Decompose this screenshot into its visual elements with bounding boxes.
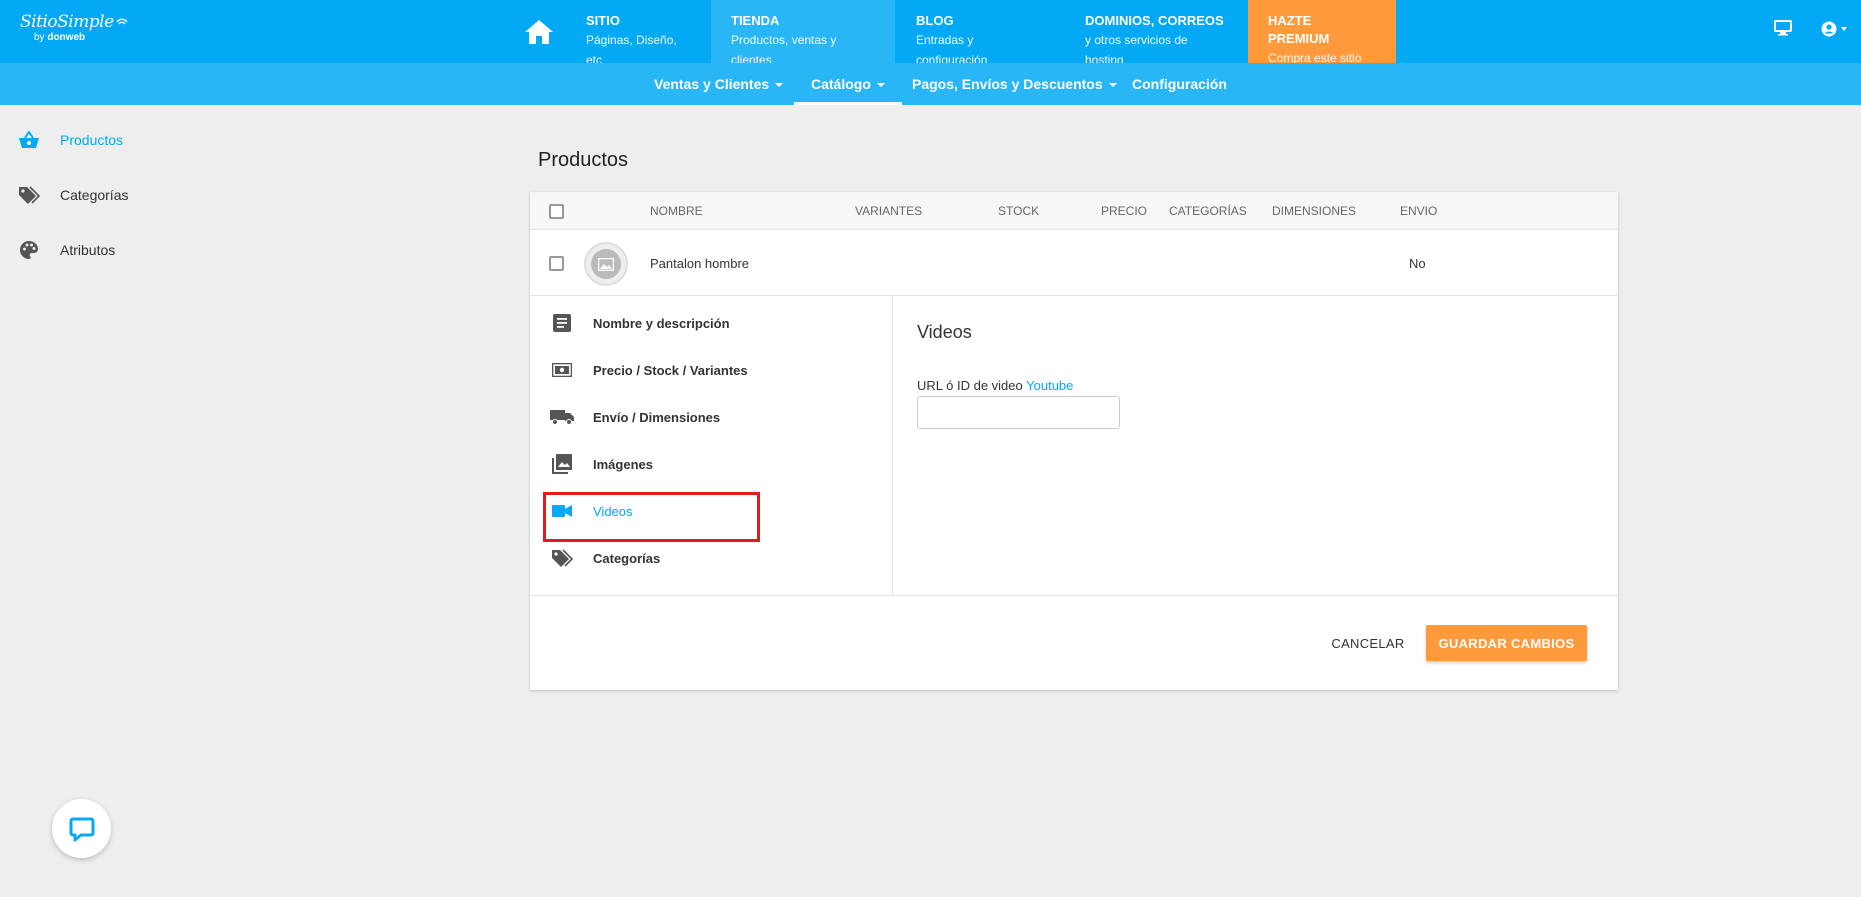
- product-thumbnail: [584, 242, 628, 286]
- money-icon: [550, 359, 574, 381]
- row-checkbox[interactable]: [549, 256, 564, 271]
- youtube-link[interactable]: Youtube: [1026, 378, 1073, 393]
- col-header-variantes: VARIANTES: [855, 204, 923, 218]
- sidebar-item-label: Productos: [60, 132, 124, 148]
- topnav-dominios[interactable]: DOMINIOS, CORREOS y otros servicios de h…: [1065, 0, 1247, 67]
- subnav-catalogo-label: Catálogo: [811, 76, 871, 92]
- cancel-button[interactable]: CANCELAR: [1317, 625, 1419, 661]
- sidebar-item-productos[interactable]: Productos: [18, 128, 123, 152]
- col-header-dimensiones: DIMENSIONES: [1272, 204, 1357, 218]
- col-header-precio: PRECIO: [1101, 204, 1148, 218]
- table-row[interactable]: Pantalon hombre No: [530, 230, 1618, 296]
- video-url-label-text: URL ó ID de video: [917, 378, 1023, 393]
- video-url-input[interactable]: [917, 396, 1120, 429]
- topnav-premium-title: HAZTE PREMIUM: [1268, 13, 1330, 46]
- tab-label: Categorías: [593, 550, 661, 566]
- chat-icon: [69, 817, 94, 841]
- page-title: Productos: [538, 149, 629, 171]
- product-card: NOMBRE VARIANTES STOCK PRECIO CATEGORÍAS…: [530, 192, 1618, 690]
- basket-icon: [18, 129, 40, 151]
- account-menu[interactable]: [1821, 21, 1849, 42]
- save-button[interactable]: GUARDAR CAMBIOS: [1426, 625, 1587, 661]
- image-placeholder-icon: [598, 257, 614, 271]
- topnav-premium[interactable]: HAZTE PREMIUM Compra este sitio: [1248, 0, 1396, 65]
- monitor-icon: [1774, 20, 1792, 36]
- subnav-ventas-label: Ventas y Clientes: [654, 76, 770, 92]
- subnav-pagos[interactable]: Pagos, Envíos y Descuentos: [895, 63, 1134, 105]
- topnav-blog[interactable]: BLOG Entradas y configuración: [896, 0, 1056, 67]
- topnav-sitio-title: SITIO: [586, 13, 620, 28]
- topnav-sitio[interactable]: SITIO Páginas, Diseño, etc: [566, 0, 706, 67]
- top-header: SitioSimple by donweb SITIO Páginas, Dis…: [0, 0, 1861, 67]
- topnav-dominios-title: DOMINIOS, CORREOS: [1085, 13, 1224, 28]
- brand-by-name: donweb: [47, 32, 86, 43]
- tags-icon: [550, 547, 574, 569]
- images-icon: [550, 453, 574, 475]
- tab-precio-stock[interactable]: Precio / Stock / Variantes: [550, 358, 748, 382]
- editor-tabs: Nombre y descripción Precio / Stock / Va…: [530, 296, 893, 595]
- document-icon: [550, 312, 574, 334]
- palette-icon: [18, 239, 40, 261]
- wifi-logo-icon: [116, 18, 128, 25]
- selection-highlight: [543, 492, 760, 542]
- caret-down-icon: [775, 83, 784, 87]
- home-icon: [525, 19, 553, 44]
- select-all-checkbox[interactable]: [549, 204, 564, 219]
- tab-label: Precio / Stock / Variantes: [593, 362, 748, 378]
- caret-down-icon: [876, 83, 885, 87]
- table-header: NOMBRE VARIANTES STOCK PRECIO CATEGORÍAS…: [530, 192, 1618, 230]
- subnav-pagos-label: Pagos, Envíos y Descuentos: [912, 76, 1103, 92]
- tab-categorias[interactable]: Categorías: [550, 546, 660, 570]
- col-header-nombre: NOMBRE: [650, 204, 703, 218]
- video-url-label: URL ó ID de video Youtube: [917, 378, 1073, 393]
- topnav-blog-title: BLOG: [916, 13, 954, 28]
- home-button[interactable]: [509, 0, 569, 63]
- col-header-categorias: CATEGORÍAS: [1169, 204, 1247, 218]
- product-editor: Nombre y descripción Precio / Stock / Va…: [530, 296, 1618, 596]
- topnav-tienda-title: TIENDA: [731, 13, 780, 28]
- tab-nombre-descripcion[interactable]: Nombre y descripción: [550, 311, 730, 335]
- col-header-stock: STOCK: [998, 204, 1040, 218]
- brand-logo[interactable]: SitioSimple by donweb: [20, 12, 128, 43]
- product-envio: No: [1409, 256, 1426, 271]
- subnav-configuracion[interactable]: Configuración: [1115, 63, 1244, 105]
- tab-label: Nombre y descripción: [593, 315, 730, 331]
- sidebar-item-label: Atributos: [60, 242, 116, 258]
- subnav-catalogo[interactable]: Catálogo: [794, 63, 902, 105]
- sidebar-item-atributos[interactable]: Atributos: [18, 238, 115, 262]
- subnav-configuracion-label: Configuración: [1132, 76, 1227, 92]
- sidebar-item-categorias[interactable]: Categorías: [18, 183, 128, 207]
- subnav-ventas[interactable]: Ventas y Clientes: [637, 63, 800, 105]
- brand-by: by: [34, 32, 45, 43]
- tab-imagenes[interactable]: Imágenes: [550, 452, 653, 476]
- tab-label: Imágenes: [593, 456, 653, 472]
- tab-envio-dimensiones[interactable]: Envío / Dimensiones: [550, 405, 720, 429]
- truck-icon: [550, 406, 574, 428]
- tags-icon: [18, 184, 40, 206]
- col-header-envio: ENVIO: [1400, 204, 1438, 218]
- brand-name: SitioSimple: [20, 12, 114, 32]
- preview-button[interactable]: [1774, 20, 1792, 41]
- tab-label: Envío / Dimensiones: [593, 409, 721, 425]
- product-name: Pantalon hombre: [650, 256, 750, 271]
- panel-title: Videos: [917, 322, 972, 342]
- chat-button[interactable]: [52, 799, 111, 858]
- topnav-tienda[interactable]: TIENDA Productos, ventas y clientes: [711, 0, 895, 67]
- account-icon: [1821, 21, 1847, 37]
- sub-navbar: Ventas y Clientes Catálogo Pagos, Envíos…: [0, 63, 1861, 105]
- sidebar-item-label: Categorías: [60, 187, 129, 203]
